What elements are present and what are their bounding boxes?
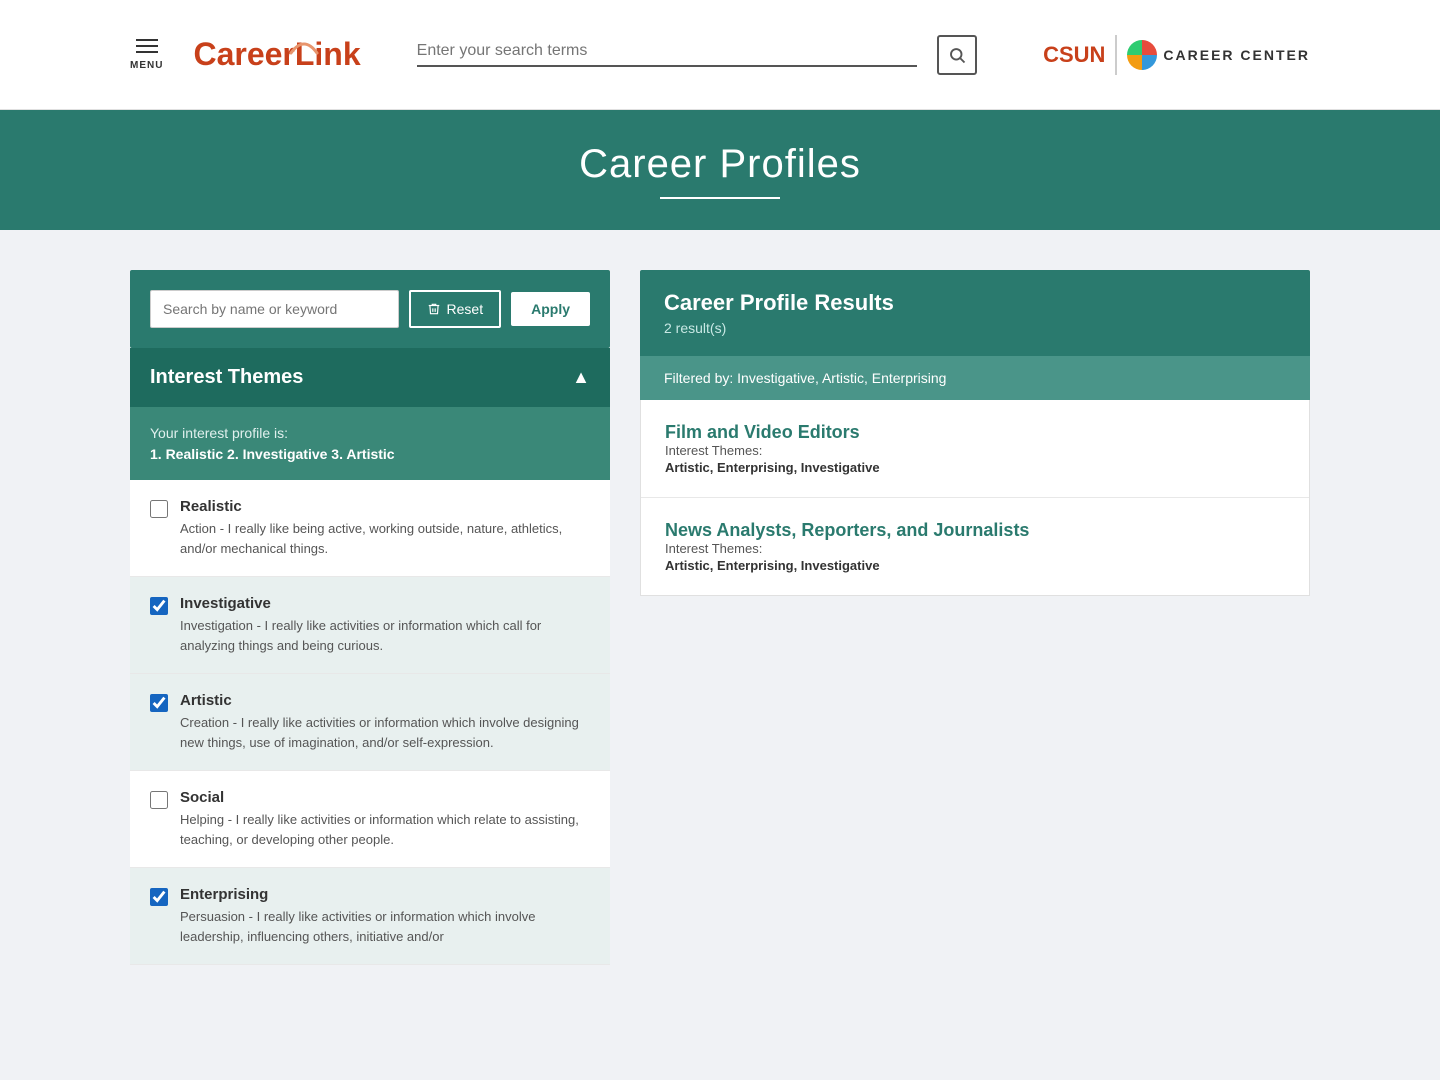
reset-button[interactable]: Reset — [409, 290, 502, 328]
search-input[interactable] — [417, 42, 917, 60]
career-center-label: CAREER CENTER — [1163, 47, 1310, 63]
checkbox-artistic[interactable] — [150, 694, 168, 712]
result-title[interactable]: Film and Video Editors — [665, 422, 860, 442]
results-body: Film and Video Editors Interest Themes: … — [640, 400, 1310, 596]
checkbox-enterprising[interactable] — [150, 888, 168, 906]
checkbox-label-realistic: Realistic Action - I really like being a… — [180, 498, 590, 558]
page-title: Career Profiles — [579, 142, 861, 187]
checkbox-item-investigative[interactable]: Investigative Investigation - I really l… — [130, 577, 610, 674]
career-center-logo: CAREER CENTER — [1127, 40, 1310, 70]
checkbox-title-enterprising: Enterprising — [180, 886, 590, 903]
checkbox-desc-artistic: Creation - I really like activities or i… — [180, 713, 590, 752]
interest-themes-header[interactable]: Interest Themes ▲ — [130, 348, 610, 407]
checkbox-item-social[interactable]: Social Helping - I really like activitie… — [130, 771, 610, 868]
menu-bar-3 — [136, 51, 158, 53]
trash-icon — [427, 302, 441, 316]
right-panel: Career Profile Results 2 result(s) Filte… — [640, 270, 1310, 965]
results-count: 2 result(s) — [664, 320, 1286, 336]
result-themes-label: Interest Themes: — [665, 541, 1285, 556]
checkbox-realistic[interactable] — [150, 500, 168, 518]
search-button[interactable] — [937, 35, 977, 75]
hero-underline — [660, 197, 780, 199]
keyword-search-input[interactable] — [150, 290, 399, 328]
menu-button[interactable]: MENU — [130, 39, 163, 71]
checkbox-item-enterprising[interactable]: Enterprising Persuasion - I really like … — [130, 868, 610, 965]
hero-section: Career Profiles — [0, 110, 1440, 230]
header: MENU CareerLink CSUN CAREER CENTER — [0, 0, 1440, 110]
checkbox-list: Realistic Action - I really like being a… — [130, 480, 610, 965]
checkbox-social[interactable] — [150, 791, 168, 809]
checkbox-title-investigative: Investigative — [180, 595, 590, 612]
interest-themes-title: Interest Themes — [150, 366, 303, 389]
checkbox-label-social: Social Helping - I really like activitie… — [180, 789, 590, 849]
chevron-up-icon: ▲ — [572, 367, 590, 388]
result-title[interactable]: News Analysts, Reporters, and Journalist… — [665, 520, 1029, 540]
filter-bar: Filtered by: Investigative, Artistic, En… — [640, 356, 1310, 400]
profile-values: 1. Realistic 2. Investigative 3. Artisti… — [150, 446, 590, 462]
profile-info: Your interest profile is: 1. Realistic 2… — [130, 407, 610, 480]
logo-arc-icon — [286, 35, 322, 55]
logo-text: CareerLink — [193, 36, 360, 73]
checkbox-item-artistic[interactable]: Artistic Creation - I really like activi… — [130, 674, 610, 771]
checkbox-desc-realistic: Action - I really like being active, wor… — [180, 519, 590, 558]
logo[interactable]: CareerLink — [193, 36, 396, 73]
result-themes: Artistic, Enterprising, Investigative — [665, 558, 1285, 573]
checkbox-desc-enterprising: Persuasion - I really like activities or… — [180, 907, 590, 946]
menu-bar-2 — [136, 45, 158, 47]
csun-label: CSUN — [1043, 42, 1105, 68]
filter-bar-text: Filtered by: Investigative, Artistic, En… — [664, 370, 946, 386]
result-themes-label: Interest Themes: — [665, 443, 1285, 458]
checkbox-label-investigative: Investigative Investigation - I really l… — [180, 595, 590, 655]
checkbox-title-artistic: Artistic — [180, 692, 590, 709]
right-logo: CSUN CAREER CENTER — [1043, 35, 1310, 75]
checkbox-desc-social: Helping - I really like activities or in… — [180, 810, 590, 849]
results-title: Career Profile Results — [664, 290, 1286, 316]
checkbox-label-artistic: Artistic Creation - I really like activi… — [180, 692, 590, 752]
result-themes: Artistic, Enterprising, Investigative — [665, 460, 1285, 475]
menu-label: MENU — [130, 60, 163, 71]
interest-themes-section: Interest Themes ▲ Your interest profile … — [130, 348, 610, 965]
result-item: Film and Video Editors Interest Themes: … — [641, 400, 1309, 498]
search-icon — [948, 46, 966, 64]
result-item: News Analysts, Reporters, and Journalist… — [641, 498, 1309, 595]
cc-circle-icon — [1127, 40, 1157, 70]
logo-divider — [1115, 35, 1117, 75]
profile-label: Your interest profile is: — [150, 425, 590, 441]
checkbox-title-realistic: Realistic — [180, 498, 590, 515]
checkbox-label-enterprising: Enterprising Persuasion - I really like … — [180, 886, 590, 946]
checkbox-title-social: Social — [180, 789, 590, 806]
search-bar — [417, 42, 917, 67]
main-content: Reset Apply Interest Themes ▲ Your inter… — [0, 230, 1440, 1005]
apply-button[interactable]: Apply — [511, 292, 590, 326]
filter-box: Reset Apply — [130, 270, 610, 348]
checkbox-item-realistic[interactable]: Realistic Action - I really like being a… — [130, 480, 610, 577]
left-panel: Reset Apply Interest Themes ▲ Your inter… — [130, 270, 610, 965]
checkbox-desc-investigative: Investigation - I really like activities… — [180, 616, 590, 655]
checkbox-investigative[interactable] — [150, 597, 168, 615]
results-header: Career Profile Results 2 result(s) — [640, 270, 1310, 356]
menu-bar-1 — [136, 39, 158, 41]
